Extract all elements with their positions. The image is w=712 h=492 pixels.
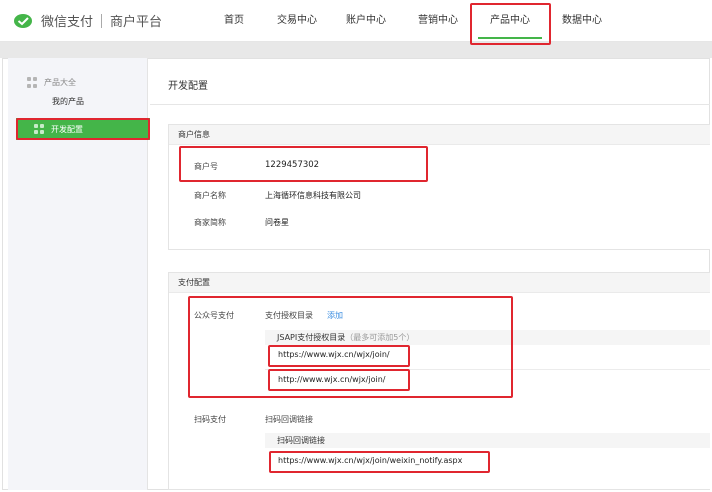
nav-home[interactable]: 首页 bbox=[216, 0, 252, 42]
jsapi-url-2: http://www.wjx.cn/wjx/join/ bbox=[278, 375, 386, 384]
top-navigation-bar: 微信支付 商户平台 首页 交易中心 账户中心 营销中心 产品中心 数据中心 bbox=[0, 0, 712, 42]
jsapi-dir-header: JSAPI支付授权目录（最多可添加5个） bbox=[265, 330, 710, 345]
jsapi-dir-note: （最多可添加5个） bbox=[345, 333, 415, 342]
payment-config-heading: 支付配置 bbox=[169, 273, 710, 293]
jsapi-url-1: https://www.wjx.cn/wjx/join/ bbox=[278, 350, 390, 359]
row-divider bbox=[265, 369, 710, 370]
nav-marketing[interactable]: 营销中心 bbox=[409, 0, 467, 42]
sidebar-group-label: 产品大全 bbox=[44, 78, 76, 87]
nav-data[interactable]: 数据中心 bbox=[553, 0, 611, 42]
merchant-short-name-label: 商家简称 bbox=[194, 218, 226, 227]
merchant-name-value: 上海循环信息科技有限公司 bbox=[265, 191, 361, 200]
merchant-id-label: 商户号 bbox=[194, 162, 218, 171]
wechat-pay-icon bbox=[14, 13, 32, 28]
grid-icon bbox=[34, 123, 45, 135]
scan-pay-label: 扫码支付 bbox=[194, 415, 226, 424]
merchant-name-label: 商户名称 bbox=[194, 191, 226, 200]
title-divider bbox=[150, 104, 710, 105]
auth-directory-label: 支付授权目录 bbox=[265, 311, 313, 320]
logo-subtitle: 商户平台 bbox=[110, 15, 163, 30]
merchant-info-heading: 商户信息 bbox=[169, 125, 710, 145]
merchant-info-panel: 商户信息 bbox=[168, 124, 710, 250]
scan-callback-url: https://www.wjx.cn/wjx/join/weixin_notif… bbox=[278, 456, 463, 465]
brand-logo[interactable]: 微信支付 商户平台 bbox=[14, 11, 162, 30]
header-spacer-bar bbox=[0, 42, 712, 58]
scan-callback-label: 扫码回调链接 bbox=[265, 415, 313, 424]
jsapi-dir-title: JSAPI支付授权目录 bbox=[277, 333, 346, 342]
merchant-id-value: 1229457302 bbox=[265, 160, 320, 170]
official-account-pay-label: 公众号支付 bbox=[194, 311, 234, 320]
nav-account[interactable]: 账户中心 bbox=[337, 0, 395, 42]
logo-separator bbox=[101, 13, 103, 28]
add-directory-link[interactable]: 添加 bbox=[327, 310, 343, 321]
merchant-short-name-value: 问卷星 bbox=[265, 218, 289, 227]
sidebar-item-my-products[interactable]: 我的产品 bbox=[52, 96, 84, 107]
sidebar-item-label: 开发配置 bbox=[51, 124, 83, 134]
page-title: 开发配置 bbox=[168, 81, 208, 92]
sidebar-item-dev-config[interactable]: 开发配置 bbox=[16, 118, 150, 140]
grid-icon bbox=[27, 77, 38, 88]
nav-transactions[interactable]: 交易中心 bbox=[268, 0, 326, 42]
nav-products[interactable]: 产品中心 bbox=[474, 0, 546, 42]
scan-callback-header: 扫码回调链接 bbox=[265, 433, 710, 448]
sidebar-group-products: 产品大全 bbox=[27, 77, 76, 88]
logo-text: 微信支付 bbox=[41, 15, 94, 30]
